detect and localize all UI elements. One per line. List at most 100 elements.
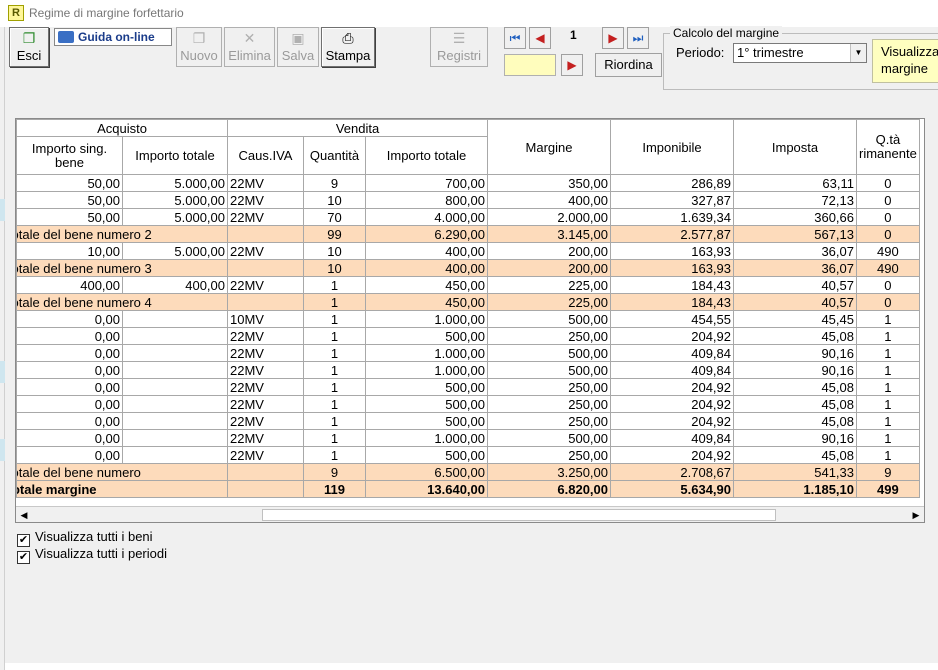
table-cell[interactable]: 400,00	[487, 191, 611, 209]
table-cell[interactable]: 1	[856, 344, 920, 362]
table-cell[interactable]: 490	[856, 242, 920, 260]
subtotal-row[interactable]: Totale del bene numero 9 6.500,00 3.250,00 2…	[16, 463, 920, 481]
table-cell[interactable]: 1.000,00	[365, 361, 488, 379]
table-cell[interactable]: 184,43	[610, 276, 734, 294]
table-row[interactable]: 0,00 22MV 1 500,00 250,00 204,92 45,08 1	[16, 446, 920, 464]
table-cell[interactable]: 250,00	[487, 446, 611, 464]
table-cell[interactable]: 204,92	[610, 412, 734, 430]
table-cell[interactable]: 9	[303, 174, 366, 192]
table-cell[interactable]: 0	[856, 293, 920, 311]
table-cell[interactable]: 1.000,00	[365, 344, 488, 362]
table-cell[interactable]: 45,08	[733, 412, 857, 430]
table-cell[interactable]: 225,00	[487, 276, 611, 294]
table-cell[interactable]: 1	[303, 429, 366, 447]
table-cell[interactable]: 45,45	[733, 310, 857, 328]
table-cell[interactable]: 204,92	[610, 327, 734, 345]
table-cell[interactable]: 490	[856, 259, 920, 277]
next-record-icon[interactable]: ▶	[602, 27, 624, 49]
table-cell[interactable]: 1	[856, 327, 920, 345]
table-cell[interactable]: 409,84	[610, 429, 734, 447]
table-cell[interactable]: 99	[303, 225, 366, 243]
margine-column-header[interactable]: Margine	[487, 119, 611, 175]
guida-online-button[interactable]: Guida on-line	[54, 28, 172, 46]
table-cell[interactable]: 204,92	[610, 378, 734, 396]
table-cell[interactable]: 36,07	[733, 259, 857, 277]
table-cell[interactable]: 200,00	[487, 242, 611, 260]
registri-button[interactable]: ☰ Registri	[430, 27, 488, 67]
table-cell[interactable]: 1	[303, 276, 366, 294]
table-cell[interactable]: 2.000,00	[487, 208, 611, 226]
table-cell[interactable]: 400,00	[365, 259, 488, 277]
table-cell[interactable]: 360,66	[733, 208, 857, 226]
table-cell[interactable]: 1	[856, 446, 920, 464]
table-cell[interactable]: 1	[303, 293, 366, 311]
table-cell[interactable]: 6.500,00	[365, 463, 488, 481]
table-cell[interactable]	[122, 429, 228, 447]
table-cell[interactable]: 250,00	[487, 378, 611, 396]
table-cell[interactable]: 450,00	[365, 293, 488, 311]
table-cell[interactable]: 90,16	[733, 361, 857, 379]
table-cell[interactable]: 40,57	[733, 276, 857, 294]
scroll-right-icon[interactable]: ▶	[908, 507, 924, 522]
table-row[interactable]: 0,00 22MV 1 500,00 250,00 204,92 45,08 1	[16, 395, 920, 413]
table-cell[interactable]: 327,87	[610, 191, 734, 209]
table-cell[interactable]: 5.634,90	[610, 480, 734, 498]
table-cell[interactable]: 5.000,00	[122, 242, 228, 260]
table-cell[interactable]: 22MV	[227, 327, 304, 345]
table-cell[interactable]: 499	[856, 480, 920, 498]
table-row[interactable]: 10,00 5.000,00 22MV 10 400,00 200,00 163,93 36,…	[16, 242, 920, 260]
salva-button[interactable]: ▣ Salva	[277, 27, 319, 67]
table-cell[interactable]	[122, 361, 228, 379]
table-cell[interactable]: 6.820,00	[487, 480, 611, 498]
table-cell[interactable]	[227, 225, 304, 243]
table-cell[interactable]: 22MV	[227, 412, 304, 430]
table-cell[interactable]: 9	[856, 463, 920, 481]
table-cell[interactable]: 500,00	[365, 327, 488, 345]
table-row[interactable]: 0,00 22MV 1 1.000,00 500,00 409,84 90,16 1	[16, 361, 920, 379]
table-cell[interactable]: 500,00	[487, 344, 611, 362]
causale-iva-column-header[interactable]: Caus.IVA	[227, 136, 304, 175]
table-cell[interactable]: 50,00	[16, 191, 123, 209]
table-cell[interactable]: 0,00	[16, 310, 123, 328]
table-row[interactable]: 50,00 5.000,00 22MV 70 4.000,00 2.000,00 1.639…	[16, 208, 920, 226]
table-cell[interactable]	[122, 327, 228, 345]
table-cell[interactable]: 10	[303, 259, 366, 277]
table-cell[interactable]: 500,00	[365, 395, 488, 413]
scroll-left-icon[interactable]: ◀	[16, 507, 32, 522]
subtotal-row[interactable]: Totale del bene numero 2 99 6.290,00 3.145,…	[16, 225, 920, 243]
table-cell[interactable]: 4.000,00	[365, 208, 488, 226]
importo-singolo-column-header[interactable]: Importo sing. bene	[16, 136, 123, 175]
table-row[interactable]: 0,00 22MV 1 1.000,00 500,00 409,84 90,16 1	[16, 429, 920, 447]
periodo-select[interactable]: 1° trimestre ▼	[733, 43, 867, 63]
table-cell[interactable]: 1.000,00	[365, 429, 488, 447]
previous-record-icon[interactable]: ◀	[529, 27, 551, 49]
table-cell[interactable]: 13.640,00	[365, 480, 488, 498]
table-cell[interactable]: 500,00	[365, 412, 488, 430]
table-row[interactable]: 0,00 22MV 1 1.000,00 500,00 409,84 90,16 1	[16, 344, 920, 362]
table-cell[interactable]: 400,00	[365, 242, 488, 260]
table-cell[interactable]: 22MV	[227, 395, 304, 413]
table-cell[interactable]: 0	[856, 225, 920, 243]
table-cell[interactable]: 1	[856, 429, 920, 447]
table-cell[interactable]	[122, 344, 228, 362]
table-row[interactable]: 0,00 22MV 1 500,00 250,00 204,92 45,08 1	[16, 327, 920, 345]
table-cell[interactable]	[227, 463, 304, 481]
table-cell[interactable]: 204,92	[610, 446, 734, 464]
chevron-down-icon[interactable]: ▼	[850, 44, 866, 62]
table-cell[interactable]: 0,00	[16, 395, 123, 413]
table-cell[interactable]: 6.290,00	[365, 225, 488, 243]
table-cell[interactable]: 10	[303, 191, 366, 209]
table-cell[interactable]: 1	[856, 412, 920, 430]
table-cell[interactable]: 800,00	[365, 191, 488, 209]
table-cell[interactable]: 3.145,00	[487, 225, 611, 243]
table-cell[interactable]: 541,33	[733, 463, 857, 481]
table-cell[interactable]: 1	[303, 344, 366, 362]
table-cell[interactable]: 5.000,00	[122, 191, 228, 209]
table-cell[interactable]: 409,84	[610, 344, 734, 362]
table-cell[interactable]: 0,00	[16, 344, 123, 362]
table-cell[interactable]: 400,00	[122, 276, 228, 294]
table-cell[interactable]: 22MV	[227, 276, 304, 294]
imposta-column-header[interactable]: Imposta	[733, 119, 857, 175]
table-cell[interactable]: 0,00	[16, 412, 123, 430]
table-cell[interactable]: 10MV	[227, 310, 304, 328]
